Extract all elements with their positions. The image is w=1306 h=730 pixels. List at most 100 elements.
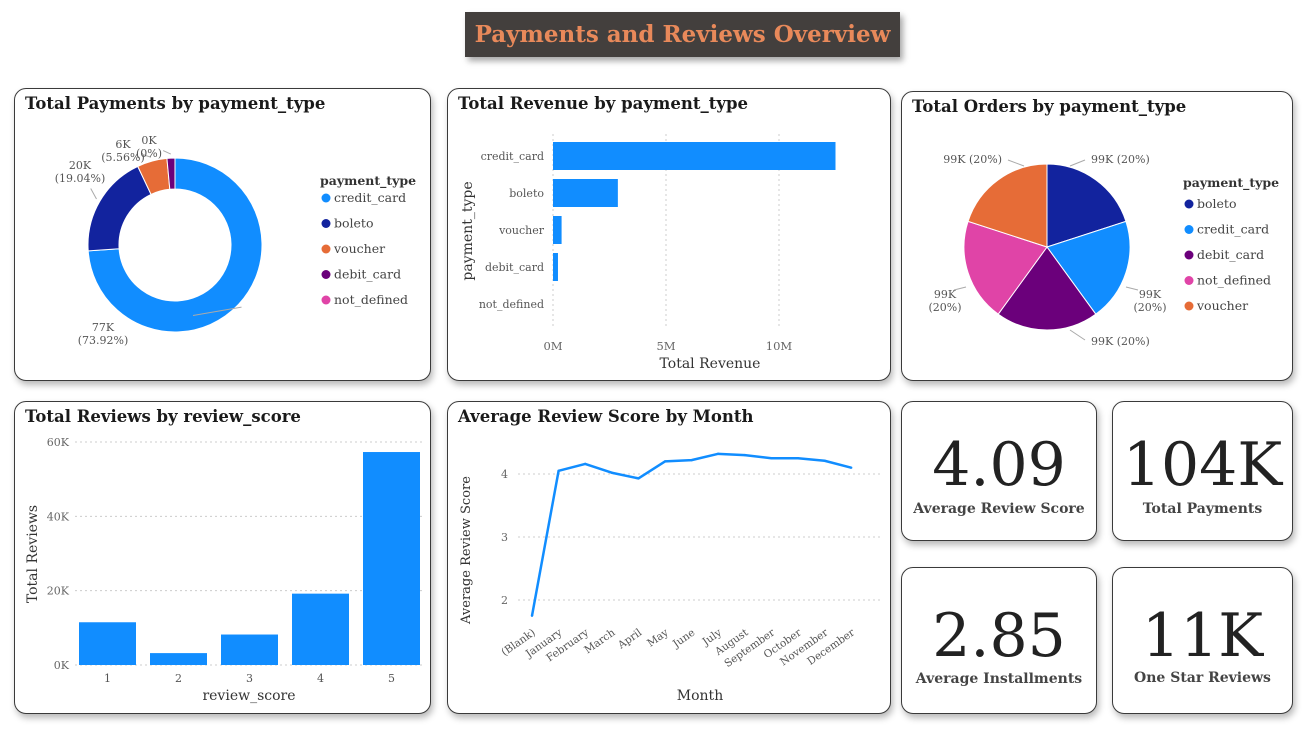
pie-legend-marker-boleto [1184,199,1194,209]
donut-legend-title: payment_type [320,173,416,189]
kpi-average-review-score[interactable]: 4.09 Average Review Score [901,401,1097,541]
donut-legend-label-voucher: voucher [333,241,385,256]
pie-label-credit_card: 99K (20%) [1133,288,1166,314]
pie-label-debit_card: 99K (20%) [1091,335,1150,348]
line-point [850,466,853,469]
revenue-bar-chart: 0M 5M 10M credit_cardboleto voucher debit_car… [460,134,836,372]
payments-donut-chart: 77K (73.92%)20K (19.04%)6K (5.56%)0K (0%)pay… [55,134,416,347]
kpi-total-payments[interactable]: 104K Total Payments [1112,401,1293,541]
line-xtick-label: May [645,627,671,650]
orders-pie-chart: 99K (20%) 99K (20%) 99K (20%) 99K (20%) 99K (2… [928,153,1279,348]
revenue-xtick-label: 0M [543,339,562,353]
revenue-bar-debit_card [553,253,558,281]
pie-legend-label-voucher: voucher [1196,298,1248,313]
line-point [796,457,800,460]
kpi-total-payments-label: Total Payments [1142,501,1263,517]
payments-donut-card[interactable]: Total Payments by payment_type 77K (73.92… [14,88,431,381]
line-point [770,457,773,460]
donut-legend-marker-credit_card [321,193,331,203]
donut-leader-debit_card [162,150,171,155]
line-point [823,459,826,462]
line-point [690,458,693,462]
line-xtick-label: June [670,627,697,651]
revenue-x-axis-title: Total Revenue [660,356,761,372]
line-point [637,477,640,480]
pie-legend-label-credit_card: credit_card [1197,222,1269,237]
kpi-one-star-reviews[interactable]: 11K One Star Reviews [1112,567,1293,714]
pie-leader-debit_card [1069,329,1086,341]
donut-legend-marker-voucher [321,244,331,254]
revenue-y-axis-title: payment_type [460,181,476,280]
line-y-axis-title: Average Review Score [459,476,474,625]
donut-legend-marker-debit_card [321,270,331,279]
line-series-avg-review-score [530,452,852,616]
kpi-average-installments-value: 2.85 [932,601,1066,671]
pie-label-voucher: 99K (20%) [943,153,1002,166]
revenue-xtick-label: 10M [766,339,793,353]
reviews-bar-2 [150,653,207,665]
kpi-average-review-label: Average Review Score [913,501,1085,517]
kpi-total-payments-value: 104K [1122,430,1283,500]
reviews-x-axis-title: review_score [202,688,295,704]
donut-legend-label-credit_card: credit_card [334,190,406,205]
line-point [530,614,534,617]
reviews-bar-1 [79,622,136,665]
reviews-bar-card[interactable]: Total Reviews by review_score 0K 20K 40K 60… [14,401,431,714]
revenue-ytick-label: voucher [498,224,545,237]
reviews-xtick-label: 1 [104,672,111,685]
donut-legend-label-debit_card: debit_card [334,267,401,282]
donut-legend-label-boleto: boleto [334,216,373,231]
revenue-ytick-label: boleto [509,187,544,200]
pie-leader-boleto [1069,159,1086,167]
kpi-average-installments-label: Average Installments [915,671,1083,687]
reviews-ytick-label: 20K [47,585,70,598]
pie-legend-marker-voucher [1184,301,1194,311]
revenue-bar-voucher [553,216,562,244]
revenue-bar-card[interactable]: Total Revenue by payment_type 0M 5M 10M cre… [447,88,891,381]
pie-legend-label-debit_card: debit_card [1197,247,1264,262]
revenue-xtick-label: 5M [656,339,675,353]
donut-legend-marker-not_defined [321,295,331,305]
kpi-average-review-value: 4.09 [932,430,1066,500]
revenue-ytick-label: not_defined [479,298,544,311]
kpi-one-star-value: 11K [1141,601,1264,671]
orders-pie-card[interactable]: Total Orders by payment_type 99K (20%) 99… [901,91,1293,381]
reviews-bar-4 [292,593,349,665]
donut-leader-boleto [90,188,97,200]
kpi-one-star-label: One Star Reviews [1134,670,1271,686]
pie-legend-label-boleto: boleto [1197,196,1236,211]
revenue-ytick-label: debit_card [485,261,544,274]
line-ytick-label: 4 [501,468,508,481]
reviews-y-axis-title: Total Reviews [25,505,41,603]
line-point [743,453,746,457]
line-point [557,469,560,473]
review-line-card[interactable]: Average Review Score by Month 2 3 4 (Blank)… [447,401,891,714]
kpi-average-installments[interactable]: 2.85 Average Installments [901,567,1097,714]
line-point [717,452,720,456]
dashboard-title: Payments and Reviews Overview [465,12,900,57]
donut-legend-label-not_defined: not_defined [334,292,408,307]
reviews-ytick-label: 0K [54,659,70,672]
donut-label-debit_card: 0K (0%) [136,134,162,160]
revenue-bar-boleto [553,179,618,207]
donut-label-boleto: 20K (19.04%) [55,159,106,185]
line-ytick-label: 3 [501,531,508,544]
pie-legend-title: payment_type [1183,175,1279,191]
pie-leader-credit_card [1125,286,1139,291]
pie-leader-voucher [1007,159,1025,167]
line-xtick-label: March [582,626,617,656]
reviews-bar-chart: 0K 20K 40K 60K 1 2 3 4 5 review_score Total Review… [25,436,423,704]
pie-legend-label-not_defined: not_defined [1197,273,1271,288]
line-x-axis-title: Month [677,688,723,704]
pie-legend-marker-debit_card [1184,250,1194,260]
reviews-ytick-label: 40K [47,510,70,523]
line-xtick-label: April [615,626,645,652]
donut-legend-marker-boleto [321,219,331,228]
line-point [584,462,587,466]
reviews-xtick-label: 5 [388,672,395,685]
pie-legend-marker-credit_card [1184,225,1194,234]
line-point [610,471,613,474]
pie-legend-marker-not_defined [1184,276,1194,285]
pie-label-boleto: 99K (20%) [1091,153,1150,166]
reviews-bar-5 [363,452,420,665]
